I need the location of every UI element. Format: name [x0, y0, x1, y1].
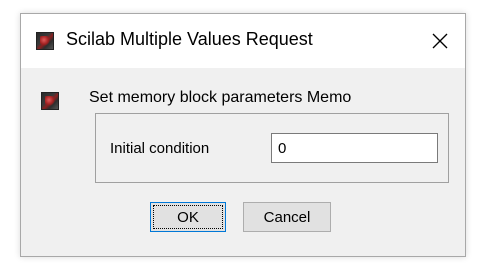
ok-button[interactable]: OK [150, 202, 226, 232]
dialog-message: Set memory block parameters Memo [89, 89, 352, 106]
initial-condition-label: Initial condition [110, 140, 210, 157]
ok-button-label: OK [177, 208, 199, 226]
initial-condition-input[interactable] [271, 133, 438, 163]
parameters-panel: Initial condition [95, 113, 449, 183]
scilab-icon [41, 92, 59, 110]
cancel-button[interactable]: Cancel [243, 202, 331, 232]
title-bar[interactable]: Scilab Multiple Values Request [21, 14, 465, 68]
scilab-icon [36, 32, 54, 50]
cancel-button-label: Cancel [263, 208, 311, 226]
dialog-window: Scilab Multiple Values Request Set memor… [20, 13, 466, 257]
close-button[interactable] [419, 22, 461, 60]
close-icon [432, 33, 448, 49]
window-title: Scilab Multiple Values Request [66, 29, 313, 49]
